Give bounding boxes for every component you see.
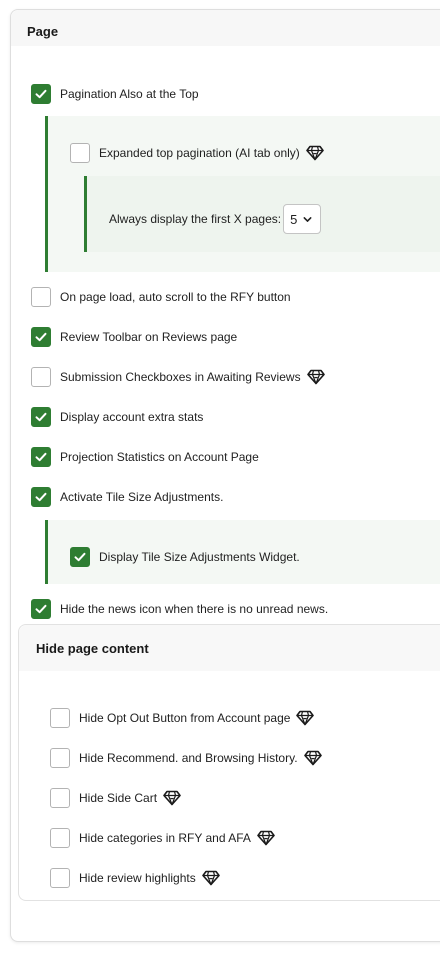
card-title: Page: [27, 24, 59, 39]
option-pagination-top[interactable]: Pagination Also at the Top: [31, 84, 199, 104]
subcard-title: Hide page content: [36, 641, 149, 656]
checkbox[interactable]: [31, 327, 51, 347]
hide-item-categories[interactable]: Hide categories in RFY and AFA: [50, 828, 275, 848]
subcard-header: Hide page content: [19, 625, 440, 671]
hide-item-opt-out[interactable]: Hide Opt Out Button from Account page: [50, 708, 315, 728]
check-icon: [35, 89, 47, 99]
gem-icon: [257, 830, 275, 846]
gem-icon: [296, 710, 315, 726]
checkbox[interactable]: [31, 487, 51, 507]
option-label: Hide categories in RFY and AFA: [79, 831, 251, 845]
option-label: Hide the news icon when there is no unre…: [60, 602, 329, 616]
checkbox[interactable]: [50, 868, 70, 888]
hide-item-review-highlights[interactable]: Hide review highlights: [50, 868, 220, 888]
option-label: Expanded top pagination (AI tab only): [99, 146, 300, 160]
card-header: Page: [11, 10, 440, 46]
option-label: Hide Recommend. and Browsing History.: [79, 751, 298, 765]
option-label: Activate Tile Size Adjustments.: [60, 490, 224, 504]
checkbox[interactable]: [50, 748, 70, 768]
check-icon: [35, 604, 47, 614]
option-tile-size-adjustments[interactable]: Activate Tile Size Adjustments.: [31, 487, 223, 507]
option-tile-size-widget[interactable]: Display Tile Size Adjustments Widget.: [70, 547, 300, 567]
checkbox[interactable]: [31, 447, 51, 467]
option-expanded-top-pagination[interactable]: Expanded top pagination (AI tab only): [70, 143, 324, 163]
select-value: 5: [290, 211, 298, 227]
option-auto-scroll-rfy[interactable]: On page load, auto scroll to the RFY but…: [31, 287, 291, 307]
checkbox[interactable]: [50, 788, 70, 808]
option-label: Hide Side Cart: [79, 791, 158, 805]
checkbox[interactable]: [31, 407, 51, 427]
gem-icon: [201, 870, 220, 886]
option-label: Display Tile Size Adjustments Widget.: [99, 550, 300, 564]
option-label: Projection Statistics on Account Page: [60, 450, 259, 464]
option-projection-statistics[interactable]: Projection Statistics on Account Page: [31, 447, 259, 467]
option-label: Pagination Also at the Top: [60, 87, 199, 101]
chevron-down-icon: [303, 216, 312, 222]
hide-item-side-cart[interactable]: Hide Side Cart: [50, 788, 181, 808]
check-icon: [74, 552, 86, 562]
hide-item-recommend[interactable]: Hide Recommend. and Browsing History.: [50, 748, 322, 768]
pages-select[interactable]: 5: [283, 204, 322, 234]
gem-icon: [163, 790, 181, 806]
select-label: Always display the first X pages:: [109, 212, 282, 226]
checkbox[interactable]: [50, 828, 70, 848]
option-review-toolbar[interactable]: Review Toolbar on Reviews page: [31, 327, 237, 347]
option-label: Submission Checkboxes in Awaiting Review…: [60, 370, 301, 384]
checkbox[interactable]: [31, 84, 51, 104]
option-submission-checkboxes[interactable]: Submission Checkboxes in Awaiting Review…: [31, 367, 325, 387]
gem-icon: [306, 369, 325, 385]
option-label: Review Toolbar on Reviews page: [60, 330, 238, 344]
option-label: Hide Opt Out Button from Account page: [79, 711, 291, 725]
option-first-x-pages: Always display the first X pages: 5: [109, 204, 322, 234]
option-account-extra-stats[interactable]: Display account extra stats: [31, 407, 203, 427]
checkbox[interactable]: [70, 547, 90, 567]
check-icon: [35, 412, 47, 422]
checkbox[interactable]: [31, 367, 51, 387]
option-label: On page load, auto scroll to the RFY but…: [60, 290, 291, 304]
option-label: Hide review highlights: [79, 871, 196, 885]
check-icon: [35, 452, 47, 462]
option-label: Display account extra stats: [60, 410, 204, 424]
check-icon: [35, 332, 47, 342]
checkbox[interactable]: [50, 708, 70, 728]
checkbox[interactable]: [70, 143, 90, 163]
gem-icon: [303, 750, 322, 766]
checkbox[interactable]: [31, 287, 51, 307]
gem-icon: [306, 145, 324, 161]
checkbox[interactable]: [31, 599, 51, 619]
check-icon: [35, 492, 47, 502]
option-hide-news-icon[interactable]: Hide the news icon when there is no unre…: [31, 599, 328, 619]
